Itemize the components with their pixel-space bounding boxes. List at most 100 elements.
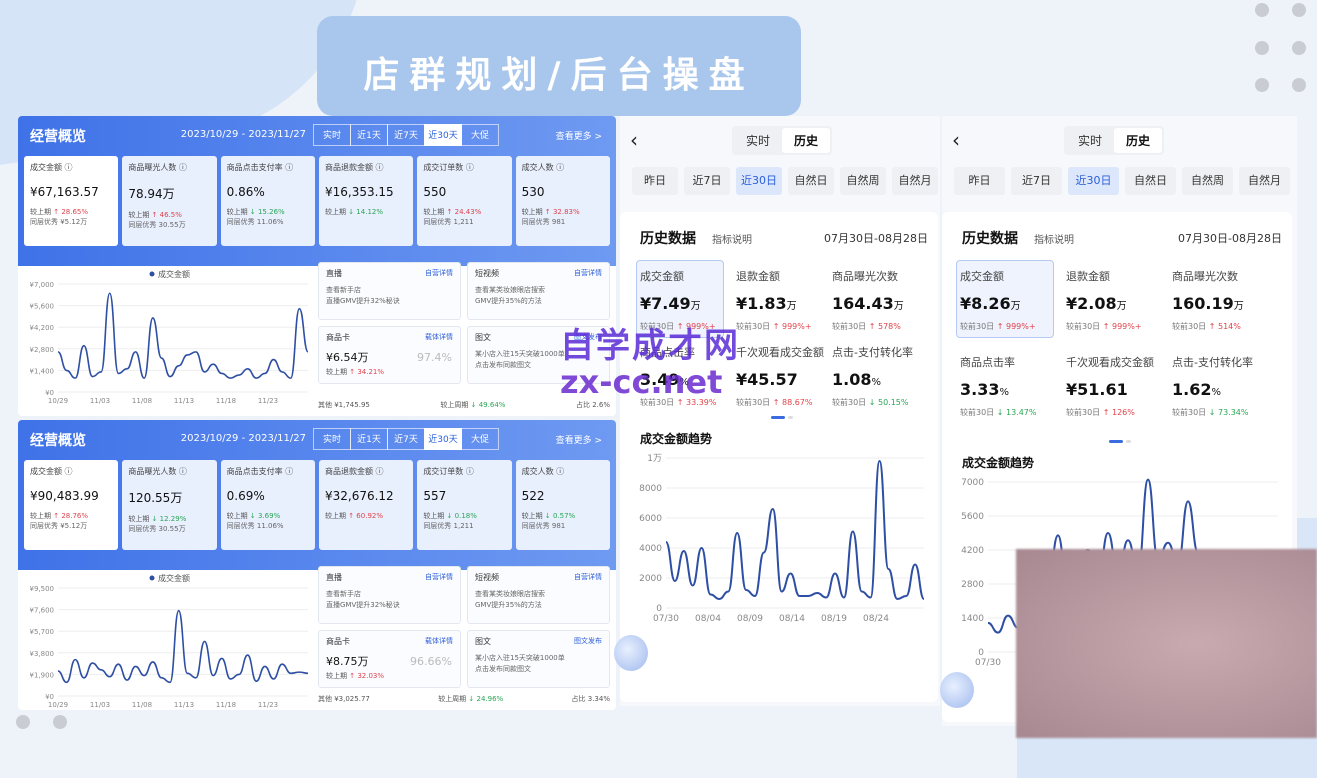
x-tick-label: 08/09 xyxy=(737,614,763,624)
period-chip[interactable]: 自然月 xyxy=(892,167,938,195)
metric-tile[interactable]: 成交金额¥7.49万较前30日 ↑ 999%+ xyxy=(640,268,716,332)
period-chip[interactable]: 近7日 xyxy=(684,167,730,195)
y-tick-label: 5600 xyxy=(961,512,984,522)
x-tick-label: 07/30 xyxy=(653,614,679,624)
metric-tile[interactable]: 点击-支付转化率1.62%较前30日 ↓ 73.34% xyxy=(1172,354,1253,418)
compare-label: 较前30日 xyxy=(736,322,770,331)
compare-delta: ↑ 514% xyxy=(1209,322,1241,331)
kpi-card[interactable]: 成交订单数 ⓘ550较上期 ↑ 24.43%同层优秀 1,211 xyxy=(417,156,511,246)
card-link[interactable]: 图文发布 xyxy=(574,636,602,646)
card-link[interactable]: 自营详情 xyxy=(425,572,453,582)
kpi-value: 120.55万 xyxy=(128,489,210,506)
compare-delta: ↑ 60.92% xyxy=(348,512,383,520)
metric-label: 千次观看成交金额 xyxy=(736,344,824,360)
y-tick-label: ¥2,800 xyxy=(30,346,55,354)
compare-label: 较上期 xyxy=(128,211,149,219)
back-chevron-icon[interactable]: ‹ xyxy=(630,128,638,152)
metric-tile[interactable]: 商品曝光次数160.19万较前30日 ↑ 514% xyxy=(1172,268,1244,332)
back-chevron-icon[interactable]: ‹ xyxy=(952,128,960,152)
period-chip[interactable]: 近7日 xyxy=(1011,167,1062,195)
segment-1[interactable]: 历史 xyxy=(1114,128,1162,153)
tab-0[interactable]: 实时 xyxy=(313,124,351,146)
metric-label: 成交金额 xyxy=(640,268,716,284)
kpi-card[interactable]: 成交人数 ⓘ522较上期 ↓ 0.57%同层优秀 981 xyxy=(516,460,610,550)
date-range: 07月30日-08月28日 xyxy=(824,230,928,246)
compare-label: 较上期 xyxy=(325,512,346,520)
tab-2[interactable]: 近7天 xyxy=(387,428,425,450)
metric-value: 164.43 xyxy=(832,294,894,313)
compare-delta: ↓ 15.26% xyxy=(250,208,285,216)
metric-help-link[interactable]: 指标说明 xyxy=(1034,231,1074,246)
compare-label: 较上周期 xyxy=(438,695,466,703)
metric-value-row: 1.62% xyxy=(1172,380,1253,399)
y-tick-label: 7000 xyxy=(961,478,984,488)
kpi-label: 成交金额 ⓘ xyxy=(30,162,112,173)
compare-label: 较前30日 xyxy=(832,322,866,331)
y-tick-label: 6000 xyxy=(639,514,662,524)
tab-4[interactable]: 大促 xyxy=(461,428,499,450)
view-more-link[interactable]: 查看更多 > xyxy=(556,129,602,142)
kpi-card[interactable]: 商品退款金额 ⓘ¥16,353.15较上期 ↓ 14.12% xyxy=(319,156,413,246)
period-chip[interactable]: 近30日 xyxy=(736,167,782,195)
kpi-card[interactable]: 成交订单数 ⓘ557较上期 ↓ 0.18%同层优秀 1,211 xyxy=(417,460,511,550)
segment-1[interactable]: 历史 xyxy=(782,128,830,153)
period-chip[interactable]: 自然日 xyxy=(788,167,834,195)
card-desc-line: 查看新手店 xyxy=(326,285,453,296)
card-link[interactable]: 自营详情 xyxy=(574,572,602,582)
metric-tile[interactable]: 成交金额¥8.26万较前30日 ↑ 999%+ xyxy=(960,268,1036,332)
decor-dot xyxy=(1292,78,1306,92)
card-desc-line: 点击发布同款图文 xyxy=(475,664,602,675)
compare-delta: ↑ 578% xyxy=(869,322,901,331)
period-chip[interactable]: 昨日 xyxy=(632,167,678,195)
tab-4[interactable]: 大促 xyxy=(461,124,499,146)
metric-tile[interactable]: 退款金额¥2.08万较前30日 ↑ 999%+ xyxy=(1066,268,1142,332)
kpi-card[interactable]: 商品点击支付率 ⓘ0.69%较上期 ↓ 3.69%同层优秀 11.06% xyxy=(221,460,315,550)
kpi-card[interactable]: 商品曝光人数 ⓘ78.94万较上期 ↑ 46.5%同层优秀 30.55万 xyxy=(122,156,216,246)
kpi-card[interactable]: 成交金额 ⓘ¥67,163.57较上期 ↑ 28.65%同层优秀 ¥5.12万 xyxy=(24,156,118,246)
segment-0[interactable]: 实时 xyxy=(734,128,782,153)
period-chip[interactable]: 自然周 xyxy=(840,167,886,195)
tab-3[interactable]: 近30天 xyxy=(424,124,462,146)
kpi-card[interactable]: 商品退款金额 ⓘ¥32,676.12较上期 ↑ 60.92% xyxy=(319,460,413,550)
metric-tile[interactable]: 商品曝光次数164.43万较前30日 ↑ 578% xyxy=(832,268,904,332)
kpi-card[interactable]: 成交人数 ⓘ530较上期 ↑ 32.83%同层优秀 981 xyxy=(516,156,610,246)
card-link[interactable]: 自营详情 xyxy=(574,268,602,278)
card-link[interactable]: 自营详情 xyxy=(425,268,453,278)
view-more-link[interactable]: 查看更多 > xyxy=(556,433,602,446)
segment-0[interactable]: 实时 xyxy=(1066,128,1114,153)
card-compare: 较上期 ↑ 32.03% xyxy=(326,671,453,681)
card-link[interactable]: 载体详情 xyxy=(425,332,453,342)
period-chip[interactable]: 自然周 xyxy=(1182,167,1233,195)
kpi-card[interactable]: 商品曝光人数 ⓘ120.55万较上期 ↓ 12.29%同层优秀 30.55万 xyxy=(122,460,216,550)
kpi-row: 成交金额 ⓘ¥90,483.99较上期 ↑ 28.76%同层优秀 ¥5.12万商… xyxy=(24,460,610,550)
tab-2[interactable]: 近7天 xyxy=(387,124,425,146)
kpi-label: 成交订单数 ⓘ xyxy=(423,466,505,477)
tab-3[interactable]: 近30天 xyxy=(424,428,462,450)
metric-tile[interactable]: 退款金额¥1.83万较前30日 ↑ 999%+ xyxy=(736,268,812,332)
period-chip[interactable]: 自然日 xyxy=(1125,167,1176,195)
kpi-label: 成交金额 ⓘ xyxy=(30,466,112,477)
metric-tile[interactable]: 点击-支付转化率1.08%较前30日 ↓ 50.15% xyxy=(832,344,913,408)
period-chip[interactable]: 昨日 xyxy=(954,167,1005,195)
kpi-card[interactable]: 成交金额 ⓘ¥90,483.99较上期 ↑ 28.76%同层优秀 ¥5.12万 xyxy=(24,460,118,550)
card-link[interactable]: 载体详情 xyxy=(425,636,453,646)
other-amount: 其他 ¥1,745.95 xyxy=(318,400,370,410)
tab-1[interactable]: 近1天 xyxy=(350,124,388,146)
period-chip[interactable]: 近30日 xyxy=(1068,167,1119,195)
kpi-card[interactable]: 商品点击支付率 ⓘ0.86%较上期 ↓ 15.26%同层优秀 11.06% xyxy=(221,156,315,246)
decor-dot xyxy=(53,715,67,729)
metric-tile[interactable]: 千次观看成交金额¥45.57较前30日 ↑ 88.67% xyxy=(736,344,824,408)
peer-benchmark: 同层优秀 30.55万 xyxy=(128,220,210,230)
metric-help-link[interactable]: 指标说明 xyxy=(712,231,752,246)
kpi-label: 商品点击支付率 ⓘ xyxy=(227,162,309,173)
tab-0[interactable]: 实时 xyxy=(313,428,351,450)
metric-value: ¥2.08 xyxy=(1066,294,1117,313)
metric-tile[interactable]: 商品点击率3.33%较前30日 ↓ 13.47% xyxy=(960,354,1036,418)
tab-1[interactable]: 近1天 xyxy=(350,428,388,450)
kpi-compare: 较上期 ↓ 0.57% xyxy=(522,511,604,521)
channel-card: 直播自营详情查看新手店直播GMV提升32%秘诀 xyxy=(318,566,461,624)
period-chip[interactable]: 自然月 xyxy=(1239,167,1290,195)
compare-delta: ↑ 999%+ xyxy=(1103,322,1142,331)
metric-unit: % xyxy=(871,377,881,388)
metric-tile[interactable]: 千次观看成交金额¥51.61较前30日 ↑ 126% xyxy=(1066,354,1154,418)
